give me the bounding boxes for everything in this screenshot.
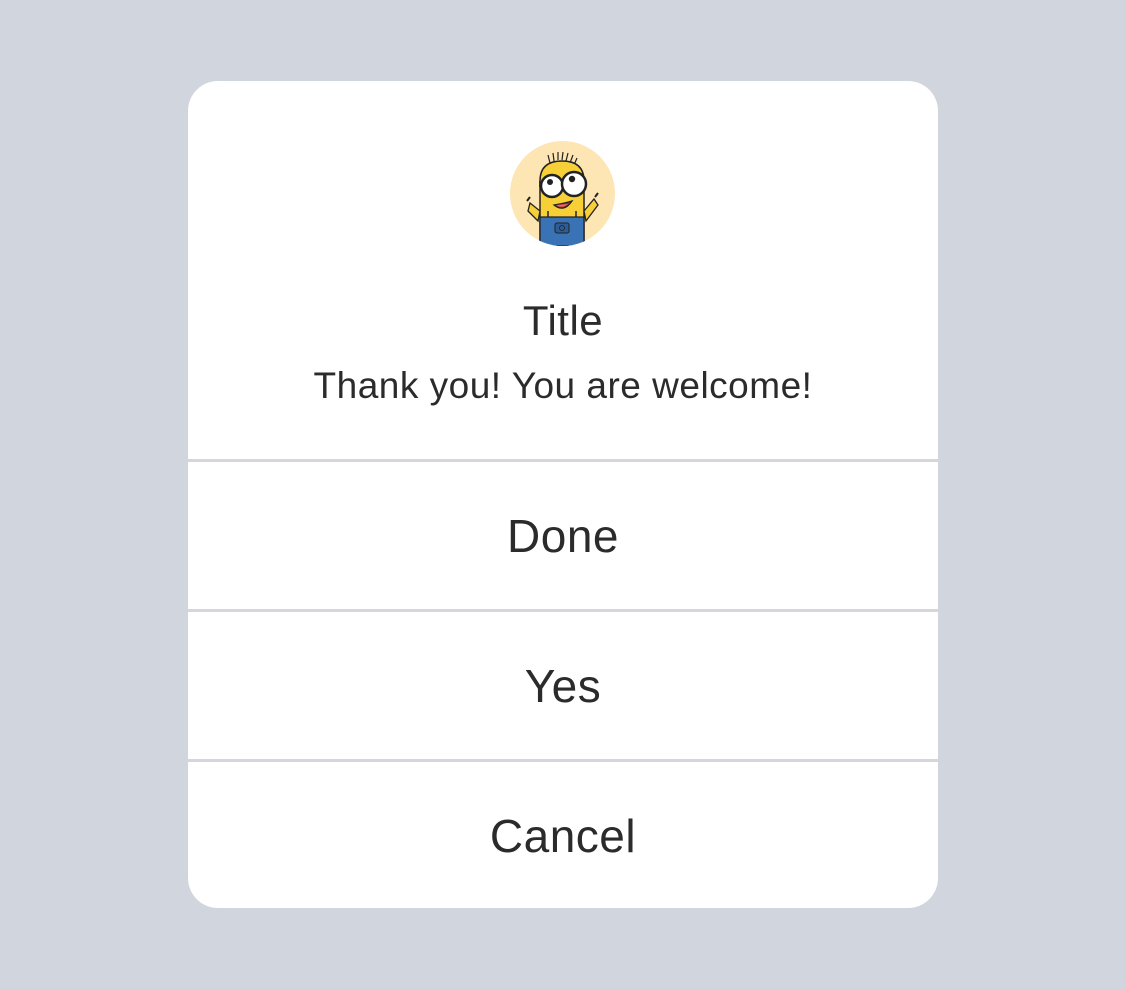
- done-button[interactable]: Done: [188, 462, 938, 609]
- cancel-button[interactable]: Cancel: [188, 762, 938, 908]
- yes-button[interactable]: Yes: [188, 612, 938, 759]
- alert-dialog: Title Thank you! You are welcome! Done Y…: [188, 81, 938, 908]
- dialog-title: Title: [522, 297, 604, 344]
- dialog-header: Title Thank you! You are welcome!: [188, 81, 938, 459]
- minion-avatar-icon: [510, 141, 615, 246]
- dialog-message: Thank you! You are welcome!: [313, 365, 813, 406]
